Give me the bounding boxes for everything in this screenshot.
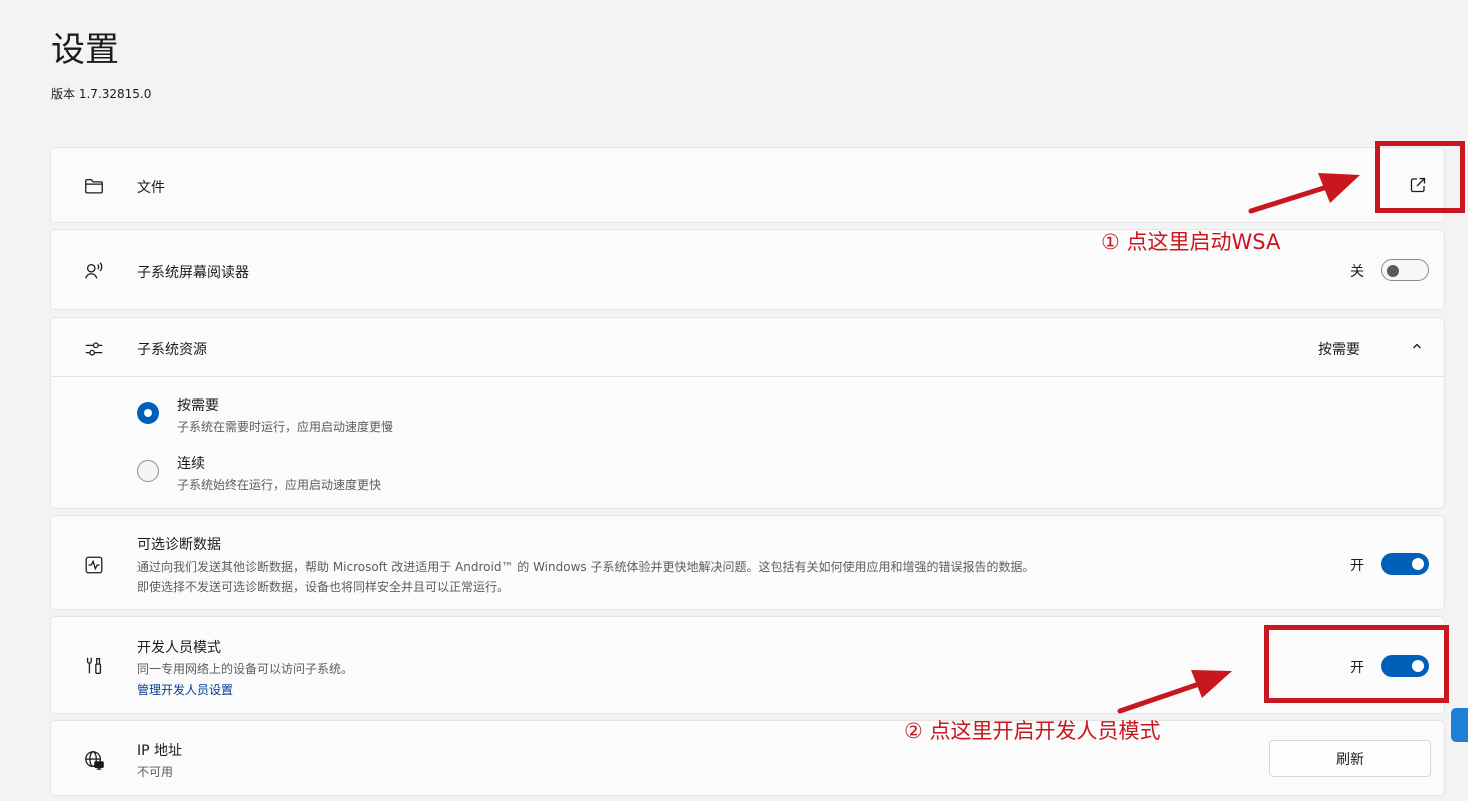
- arrow-to-developer-toggle: [1117, 670, 1232, 714]
- annotation-arrows: [1117, 173, 1360, 714]
- arrow-to-open-wsa: [1248, 173, 1360, 214]
- annotation-note-1: ① 点这里启动WSA: [1101, 230, 1281, 254]
- annotation-note-2: ② 点这里开启开发人员模式: [904, 719, 1161, 743]
- side-float-button[interactable]: [1451, 708, 1468, 742]
